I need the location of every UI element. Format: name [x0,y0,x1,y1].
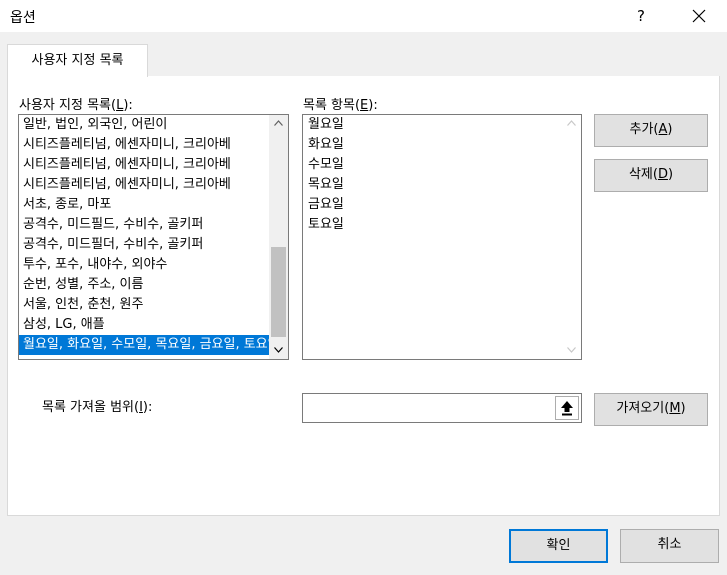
entries-scroll-down-button [562,342,581,359]
custom-list-item[interactable]: 투수, 포수, 내야수, 외야수 [19,255,269,275]
tab-label: 사용자 지정 목록 [31,53,124,68]
custom-list-item[interactable]: 서초, 종로, 마포 [19,195,269,215]
chevron-down-icon [274,347,283,353]
list-entry-line: 토요일 [308,217,344,232]
custom-list-item[interactable]: 시티즈플레티넘, 에센자미니, 크리아베 [19,175,269,195]
list-entry-line: 월요일 [308,117,344,132]
list-entries-textbox[interactable]: 월요일화요일수모일목요일금요일토요일 [302,114,582,360]
list-entry-line: 수모일 [308,157,344,172]
scroll-thumb[interactable] [271,247,286,337]
custom-lists-label: 사용자 지정 목록(L): [19,98,133,113]
custom-list-item[interactable]: 삼성, LG, 애플 [19,315,269,335]
custom-list-item[interactable]: 시티즈플레티넘, 에센자미니, 크리아베 [19,155,269,175]
custom-lists-items: 일반, 법인, 외국인, 어린이 시티즈플레티넘, 에센자미니, 크리아베 시티즈플… [19,115,269,355]
list-entries-label: 목록 항목(E): [303,98,378,113]
list-entry-line: 목요일 [308,177,344,192]
list-entries-scrollbar [562,115,581,359]
help-label: ? [637,7,645,25]
entries-scroll-up-button [562,115,581,132]
window-title: 옵션 [10,10,36,26]
import-range-label: 목록 가져올 범위(I): [42,400,153,415]
import-range-input[interactable] [302,393,582,423]
custom-list-item[interactable]: 순번, 성별, 주소, 이름 [19,275,269,295]
custom-list-item[interactable]: 서울, 인천, 춘천, 원주 [19,295,269,315]
scroll-up-button[interactable] [269,115,288,132]
collapse-dialog-button[interactable] [555,396,579,420]
cancel-button[interactable]: 취소 [620,529,719,563]
title-bar: 옵션 ? [0,0,727,32]
list-entry-line: 화요일 [308,137,344,152]
custom-lists-scrollbar[interactable] [269,115,288,359]
import-button[interactable]: 가져오기(M) [594,393,708,426]
custom-list-item[interactable]: 공격수, 미드필드, 수비수, 골키퍼 [19,215,269,235]
custom-lists-listbox[interactable]: 일반, 법인, 외국인, 어린이 시티즈플레티넘, 에센자미니, 크리아베 시티즈플… [18,114,289,360]
help-button[interactable]: ? [618,0,664,32]
scroll-down-button[interactable] [269,342,288,359]
custom-list-item[interactable]: 월요일, 화요일, 수모일, 목요일, 금요일, 토요일 [19,335,269,355]
add-button[interactable]: 추가(A) [594,114,708,147]
close-icon [692,9,706,23]
custom-list-item[interactable]: 일반, 법인, 외국인, 어린이 [19,115,269,135]
list-entries-items: 월요일화요일수모일목요일금요일토요일 [304,115,344,235]
collapse-dialog-icon [561,401,573,416]
custom-list-item[interactable]: 공격수, 미드필더, 수비수, 골키퍼 [19,235,269,255]
chevron-up-icon [567,120,576,126]
tab-custom-lists[interactable]: 사용자 지정 목록 [7,44,148,77]
close-button[interactable] [676,0,722,32]
custom-list-item[interactable]: 시티즈플레티넘, 에센자미니, 크리아베 [19,135,269,155]
list-entry-line: 금요일 [308,197,344,212]
delete-button[interactable]: 삭제(D) [594,159,708,192]
ok-button[interactable]: 확인 [509,529,608,563]
chevron-up-icon [274,120,283,126]
chevron-down-icon [567,347,576,353]
